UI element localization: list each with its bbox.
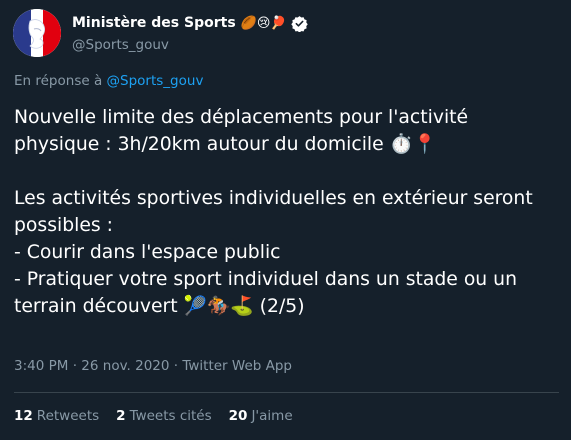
likes-count: 20 (228, 408, 248, 424)
verified-badge-icon (290, 15, 308, 32)
meta-separator: · (72, 358, 77, 374)
likes-stat[interactable]: 20 J'aime (229, 408, 293, 424)
retweets-count: 12 (14, 408, 33, 424)
account-names: Ministère des Sports 🏉😢🏓 @Sports_gouv (72, 9, 308, 53)
retweets-label: Retweets (36, 408, 100, 424)
avatar[interactable] (13, 9, 61, 57)
quotes-count: 2 (116, 408, 126, 424)
name-row: Ministère des Sports 🏉😢🏓 (72, 12, 308, 34)
reply-handle-link[interactable]: @Sports_gouv (107, 73, 204, 89)
tweet-header: Ministère des Sports 🏉😢🏓 @Sports_gouv (13, 9, 308, 57)
reply-context: En réponse à @Sports_gouv (14, 73, 203, 89)
marianne-logo (13, 9, 61, 57)
tweet-detail: Ministère des Sports 🏉😢🏓 @Sports_gouv En… (0, 0, 571, 440)
engagement-stats: 12 Retweets 2 Tweets cités 20 J'aime (14, 408, 310, 424)
name-emojis: 🏉😢🏓 (240, 15, 287, 31)
meta-separator: · (173, 358, 179, 374)
tweet-time[interactable]: 3:40 PM (14, 358, 68, 374)
account-handle[interactable]: @Sports_gouv (72, 37, 308, 53)
tweet-date[interactable]: 26 nov. 2020 (81, 358, 169, 374)
quotes-label: Tweets cités (129, 408, 212, 424)
display-name[interactable]: Ministère des Sports (72, 15, 236, 31)
tweet-source[interactable]: Twitter Web App (182, 358, 292, 374)
divider (14, 392, 559, 393)
likes-label: J'aime (251, 408, 293, 424)
tweet-metadata: 3:40 PM · 26 nov. 2020 · Twitter Web App (14, 358, 292, 374)
tweet-text: Nouvelle limite des déplacements pour l'… (14, 107, 533, 317)
quote-tweets-stat[interactable]: 2 Tweets cités (116, 408, 212, 424)
retweets-stat[interactable]: 12 Retweets (14, 408, 99, 424)
reply-prefix: En réponse à (14, 73, 103, 89)
